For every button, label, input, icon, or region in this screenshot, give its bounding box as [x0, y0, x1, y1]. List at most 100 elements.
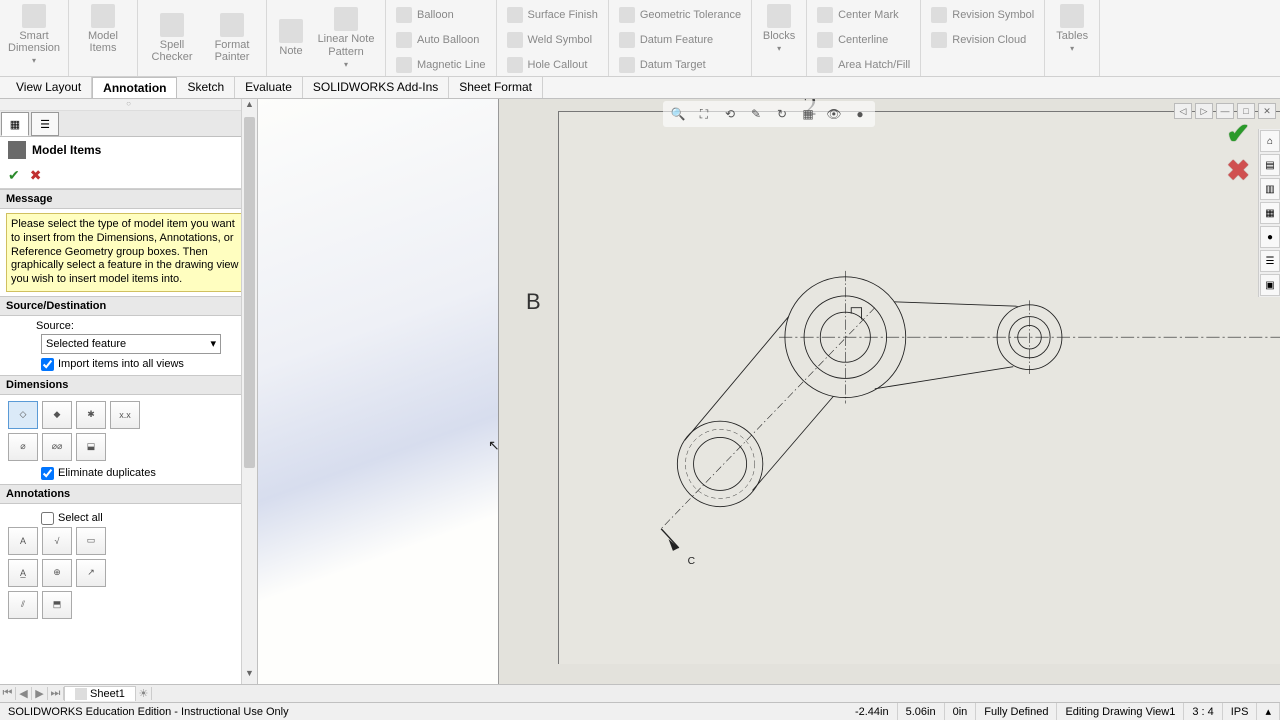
- auto-balloon-button[interactable]: Auto Balloon: [390, 27, 492, 52]
- dimensions-header[interactable]: Dimensions: [0, 375, 257, 395]
- source-destination-header[interactable]: Source/Destination: [0, 296, 257, 316]
- main-area: ○ ▦ ☰ Model Items ? ✔ ✖ Message Please s…: [0, 99, 1280, 684]
- blocks-button[interactable]: Blocks▾: [756, 2, 802, 55]
- magnetic-line-button[interactable]: Magnetic Line: [390, 52, 492, 77]
- surface-finish-button[interactable]: Surface Finish: [501, 2, 604, 27]
- status-y: 5.06in: [898, 703, 945, 720]
- panel-title: Model Items: [32, 143, 101, 157]
- drawing-svg: C: [558, 123, 1280, 684]
- ann-end-treatment-button[interactable]: ⬒: [42, 591, 72, 619]
- status-scale[interactable]: 3 : 4: [1184, 703, 1222, 720]
- svg-text:C: C: [688, 556, 696, 567]
- datum-target-button[interactable]: Datum Target: [613, 52, 747, 77]
- panel-grip[interactable]: ○: [0, 99, 257, 111]
- status-defined: Fully Defined: [976, 703, 1057, 720]
- message-section-header[interactable]: Message: [0, 189, 257, 209]
- eliminate-duplicates-checkbox[interactable]: [41, 467, 54, 480]
- smart-dimension-button[interactable]: Smart Dimension▾: [4, 2, 64, 67]
- tab-annotation[interactable]: Annotation: [92, 77, 177, 98]
- hide-show-button[interactable]: 👁: [823, 103, 845, 125]
- hole-callout-button[interactable]: Hole Callout: [501, 52, 604, 77]
- center-mark-button[interactable]: Center Mark: [811, 2, 916, 27]
- tab-sketch[interactable]: Sketch: [177, 77, 235, 98]
- format-painter-button[interactable]: Format Painter: [202, 2, 262, 74]
- ann-datum-targets-button[interactable]: ⊕: [42, 559, 72, 587]
- cursor-icon: ↖: [488, 437, 500, 454]
- dim-not-marked-button[interactable]: ◆: [42, 401, 72, 429]
- ann-gtol-button[interactable]: ▭: [76, 527, 106, 555]
- eliminate-duplicates-label: Eliminate duplicates: [58, 467, 156, 479]
- tab-evaluate[interactable]: Evaluate: [235, 77, 303, 98]
- balloon-button[interactable]: Balloon: [390, 2, 492, 27]
- zoom-to-fit-button[interactable]: 🔍: [667, 103, 689, 125]
- sheet-nav-first[interactable]: ⏮: [0, 687, 16, 700]
- previous-view-button[interactable]: ⟲: [719, 103, 741, 125]
- sheet-nav-last[interactable]: ⏭: [48, 687, 64, 700]
- weld-symbol-button[interactable]: Weld Symbol: [501, 27, 604, 52]
- centerline-button[interactable]: Centerline: [811, 27, 916, 52]
- revision-symbol-button[interactable]: Revision Symbol: [925, 2, 1040, 27]
- tables-button[interactable]: Tables▾: [1049, 2, 1095, 55]
- feature-manager-tab[interactable]: ▦: [1, 112, 29, 136]
- status-edition: SOLIDWORKS Education Edition - Instructi…: [0, 703, 297, 720]
- add-sheet-button[interactable]: ☀: [136, 687, 152, 700]
- dim-instance-count-button[interactable]: ✱: [76, 401, 106, 429]
- source-label: Source:: [36, 320, 251, 332]
- zoom-to-area-button[interactable]: ⛶: [693, 103, 715, 125]
- section-view-button[interactable]: ✎: [745, 103, 767, 125]
- panel-scrollbar[interactable]: ▲▼: [241, 99, 257, 684]
- sheet-nav-prev[interactable]: ◀: [16, 687, 32, 700]
- display-style-button[interactable]: ▦: [797, 103, 819, 125]
- status-bar: SOLIDWORKS Education Edition - Instructi…: [0, 702, 1280, 720]
- geometric-tolerance-button[interactable]: Geometric Tolerance: [613, 2, 747, 27]
- ann-surface-finish-button[interactable]: √: [42, 527, 72, 555]
- note-button[interactable]: Note: [271, 2, 311, 74]
- ribbon: Smart Dimension▾ Model Items Spell Check…: [0, 0, 1280, 77]
- cancel-button[interactable]: ✖: [30, 167, 42, 184]
- ann-weld-button[interactable]: ↗: [76, 559, 106, 587]
- model-items-button[interactable]: Model Items: [73, 2, 133, 56]
- linear-note-pattern-button[interactable]: Linear Note Pattern▾: [311, 2, 381, 74]
- window-close-button[interactable]: ✕: [1258, 103, 1276, 119]
- sheet-nav-next[interactable]: ▶: [32, 687, 48, 700]
- message-text: Please select the type of model item you…: [6, 213, 251, 292]
- ann-cosmetic-thread-button[interactable]: ⫽: [8, 591, 38, 619]
- rotate-view-button[interactable]: ↻: [771, 103, 793, 125]
- view-label-b: B: [526, 289, 541, 315]
- status-units[interactable]: IPS: [1223, 703, 1258, 720]
- dim-hole-wizard-button[interactable]: ⌀: [8, 433, 38, 461]
- sheet-tab[interactable]: Sheet1: [64, 686, 136, 701]
- source-dropdown[interactable]: Selected feature▾: [41, 334, 221, 354]
- select-all-checkbox[interactable]: [41, 512, 54, 525]
- area-hatch-button[interactable]: Area Hatch/Fill: [811, 52, 916, 77]
- dim-marked-for-drawing-button[interactable]: ◇: [8, 401, 38, 429]
- sheet-icon: [75, 688, 87, 700]
- panel-body: Message Please select the type of model …: [0, 189, 257, 684]
- revision-cloud-button[interactable]: Revision Cloud: [925, 27, 1040, 52]
- status-z: 0in: [945, 703, 977, 720]
- import-all-views-label: Import items into all views: [58, 358, 184, 370]
- ok-button[interactable]: ✔: [8, 167, 20, 184]
- drawing-canvas[interactable]: 2 B 🔍 ⛶ ⟲ ✎ ↻ ▦ 👁 ● ◁ ▷ — □ ✕ ✔ ✖ ⌂ ▤ ▥ …: [258, 99, 1280, 684]
- spell-checker-button[interactable]: Spell Checker: [142, 2, 202, 74]
- tab-view-layout[interactable]: View Layout: [6, 77, 92, 98]
- tab-addins[interactable]: SOLIDWORKS Add-Ins: [303, 77, 449, 98]
- window-prev-button[interactable]: ◁: [1174, 103, 1192, 119]
- model-items-icon: [8, 141, 26, 159]
- datum-feature-button[interactable]: Datum Feature: [613, 27, 747, 52]
- command-tab-strip: View Layout Annotation Sketch Evaluate S…: [0, 77, 1280, 99]
- import-all-views-checkbox[interactable]: [41, 358, 54, 371]
- tab-sheet-format[interactable]: Sheet Format: [449, 77, 543, 98]
- property-manager-tab[interactable]: ☰: [31, 112, 59, 136]
- dim-hole-callout-button[interactable]: ⌀⌀: [42, 433, 72, 461]
- dim-hole-size-button[interactable]: ⬓: [76, 433, 106, 461]
- property-manager-panel: ○ ▦ ☰ Model Items ? ✔ ✖ Message Please s…: [0, 99, 258, 684]
- annotations-header[interactable]: Annotations: [0, 484, 257, 504]
- appearance-button[interactable]: ●: [849, 103, 871, 125]
- select-all-label: Select all: [58, 512, 103, 524]
- ann-datums-button[interactable]: A̲: [8, 559, 38, 587]
- dim-tolerance-button[interactable]: x.x: [110, 401, 140, 429]
- status-menu[interactable]: ▴: [1257, 703, 1280, 720]
- window-next-button[interactable]: ▷: [1195, 103, 1213, 119]
- ann-notes-button[interactable]: A: [8, 527, 38, 555]
